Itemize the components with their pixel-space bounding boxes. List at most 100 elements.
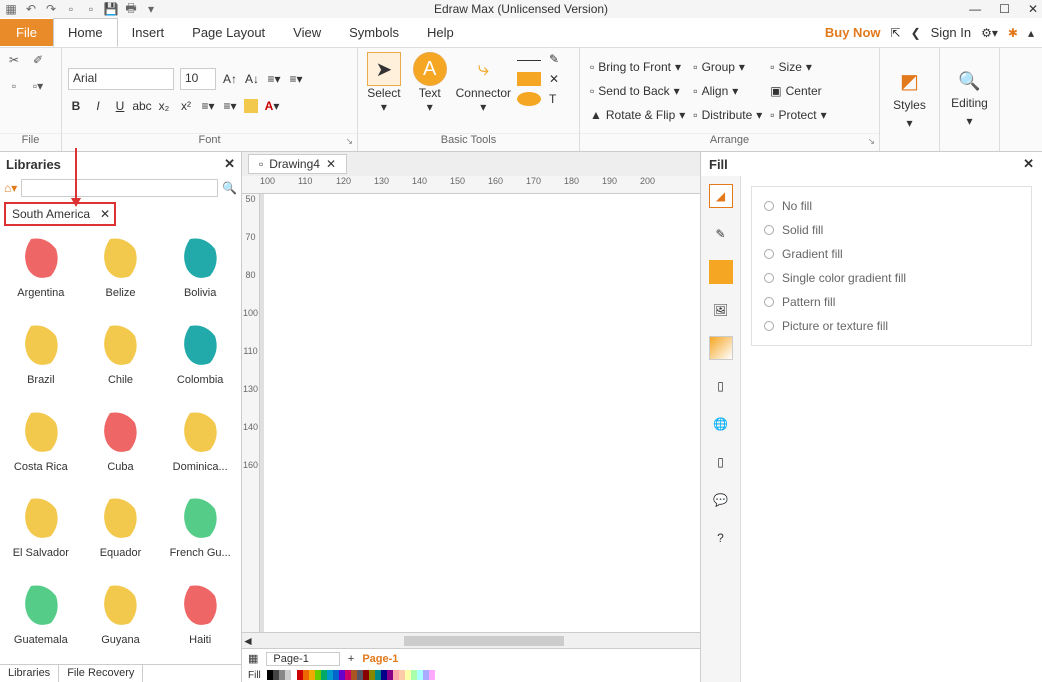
shape-haiti[interactable]: Haiti — [161, 581, 239, 658]
center-button[interactable]: ▣ Center — [766, 82, 830, 100]
send-to-back-button[interactable]: ▫ Send to Back ▾ — [586, 82, 689, 100]
decrease-font-icon[interactable]: A↓ — [244, 71, 260, 87]
crop-icon[interactable]: ✕ — [549, 72, 573, 86]
close-icon[interactable]: ✕ — [326, 157, 336, 171]
open-icon[interactable]: ▫ — [84, 2, 98, 16]
picture-icon[interactable]: 🖼 — [709, 298, 733, 322]
shape-guyana[interactable]: Guyana — [82, 581, 160, 658]
fill-option[interactable]: No fill — [764, 199, 1019, 213]
italic-button[interactable]: I — [90, 98, 106, 114]
help-icon[interactable]: ? — [709, 526, 733, 550]
align-menu-icon[interactable]: ≡▾ — [266, 71, 282, 87]
tab-home[interactable]: Home — [53, 18, 118, 47]
text-small-icon[interactable]: T — [549, 92, 573, 106]
search-icon[interactable]: 🔍 — [958, 71, 980, 92]
bullets-button[interactable]: ≡▾ — [200, 98, 216, 114]
minimize-icon[interactable]: — — [969, 2, 981, 16]
text-tool[interactable]: A Text▾ — [410, 52, 450, 114]
tab-symbols[interactable]: Symbols — [335, 19, 413, 46]
line-style-icon[interactable]: ✎ — [709, 222, 733, 246]
shape-bolivia[interactable]: Bolivia — [161, 234, 239, 311]
distribute-button[interactable]: ▫ Distribute ▾ — [689, 106, 766, 124]
color-icon[interactable]: ✱ — [1008, 26, 1018, 40]
circle-shape-icon[interactable] — [517, 92, 541, 106]
launcher-icon[interactable]: ↘ — [345, 136, 353, 147]
note-icon[interactable]: ▯ — [709, 450, 733, 474]
shape-argentina[interactable]: Argentina — [2, 234, 80, 311]
undo-icon[interactable]: ↶ — [24, 2, 38, 16]
shape-elsalvador[interactable]: El Salvador — [2, 494, 80, 571]
shape-cuba[interactable]: Cuba — [82, 408, 160, 485]
fill-option[interactable]: Picture or texture fill — [764, 319, 1019, 333]
fill-bucket-icon[interactable]: ◢ — [709, 184, 733, 208]
home-icon[interactable]: ⌂▾ — [4, 181, 17, 195]
close-icon[interactable]: ✕ — [100, 207, 110, 221]
superscript-button[interactable]: x² — [178, 98, 194, 114]
format-painter-icon[interactable]: ✐ — [30, 52, 46, 68]
copy-icon[interactable]: ▫ — [6, 78, 22, 94]
shape-dominica[interactable]: Dominica... — [161, 408, 239, 485]
align-button[interactable]: ▫ Align ▾ — [689, 82, 766, 100]
shape-colombia[interactable]: Colombia — [161, 321, 239, 398]
comment-icon[interactable]: 💬 — [709, 488, 733, 512]
strikethrough-button[interactable]: abc — [134, 98, 150, 114]
solid-fill-icon[interactable] — [709, 260, 733, 284]
drawing-canvas[interactable] — [260, 194, 700, 632]
print-icon[interactable]: 🖶 — [124, 2, 138, 16]
bring-to-front-button[interactable]: ▫ Bring to Front ▾ — [586, 58, 689, 76]
line-shape-icon[interactable] — [517, 60, 541, 66]
shape-guatemala[interactable]: Guatemala — [2, 581, 80, 658]
rect-shape-icon[interactable] — [517, 72, 541, 86]
shape-frenchgu[interactable]: French Gu... — [161, 494, 239, 571]
cut-icon[interactable]: ✂ — [6, 52, 22, 68]
page-selector[interactable]: Page-1 — [266, 652, 339, 666]
rotate-flip-button[interactable]: ▲ Rotate & Flip ▾ — [586, 106, 689, 124]
color-swatches[interactable] — [267, 670, 435, 680]
tab-help[interactable]: Help — [413, 19, 468, 46]
font-name-select[interactable]: Arial — [68, 68, 174, 90]
tab-view[interactable]: View — [279, 19, 335, 46]
horizontal-scrollbar[interactable]: ◄ — [242, 632, 700, 648]
library-tab-south-america[interactable]: South America ✕ — [4, 202, 116, 226]
shape-equador[interactable]: Equador — [82, 494, 160, 571]
gear-icon[interactable]: ⚙▾ — [981, 26, 998, 40]
fill-option[interactable]: Gradient fill — [764, 247, 1019, 261]
qat-more-icon[interactable]: ▾ — [144, 2, 158, 16]
select-tool[interactable]: ➤ Select▾ — [364, 52, 404, 114]
size-button[interactable]: ▫ Size ▾ — [766, 58, 830, 76]
library-search-input[interactable] — [21, 179, 218, 197]
paste-icon[interactable]: ▫▾ — [30, 78, 46, 94]
fill-option[interactable]: Solid fill — [764, 223, 1019, 237]
close-icon[interactable]: ✕ — [1028, 2, 1038, 16]
styles-icon[interactable]: ◩ — [900, 69, 919, 94]
subscript-button[interactable]: x₂ — [156, 98, 172, 114]
search-icon[interactable]: 🔍 — [222, 181, 237, 195]
sign-in-link[interactable]: Sign In — [931, 25, 971, 40]
page-1-tab[interactable]: Page-1 — [362, 653, 398, 665]
font-size-select[interactable]: 10 — [180, 68, 216, 90]
increase-font-icon[interactable]: A↑ — [222, 71, 238, 87]
tab-page-layout[interactable]: Page Layout — [178, 19, 279, 46]
connector-tool[interactable]: ⤷ Connector▾ — [456, 52, 511, 114]
buy-now-link[interactable]: Buy Now — [825, 25, 881, 40]
bold-button[interactable]: B — [68, 98, 84, 114]
group-button[interactable]: ▫ Group ▾ — [689, 58, 766, 76]
launcher-icon[interactable]: ↘ — [867, 136, 875, 147]
close-icon[interactable]: ✕ — [224, 156, 235, 172]
gradient-icon[interactable] — [709, 336, 733, 360]
fill-option[interactable]: Single color gradient fill — [764, 271, 1019, 285]
tab-libraries[interactable]: Libraries — [0, 665, 59, 682]
tab-file-recovery[interactable]: File Recovery — [59, 665, 143, 682]
maximize-icon[interactable]: ☐ — [999, 2, 1010, 16]
share-icon[interactable]: ❮ — [911, 26, 921, 40]
close-icon[interactable]: ✕ — [1023, 156, 1034, 172]
page-nav-icon[interactable]: ▦ — [248, 652, 258, 665]
fill-option[interactable]: Pattern fill — [764, 295, 1019, 309]
doc-tab-drawing[interactable]: ▫ Drawing4 ✕ — [248, 154, 347, 174]
export-icon[interactable]: ⇱ — [891, 26, 901, 40]
save-icon[interactable]: 💾 — [104, 2, 118, 16]
tab-insert[interactable]: Insert — [118, 19, 179, 46]
underline-button[interactable]: U — [112, 98, 128, 114]
globe-icon[interactable]: 🌐 — [709, 412, 733, 436]
redo-icon[interactable]: ↷ — [44, 2, 58, 16]
